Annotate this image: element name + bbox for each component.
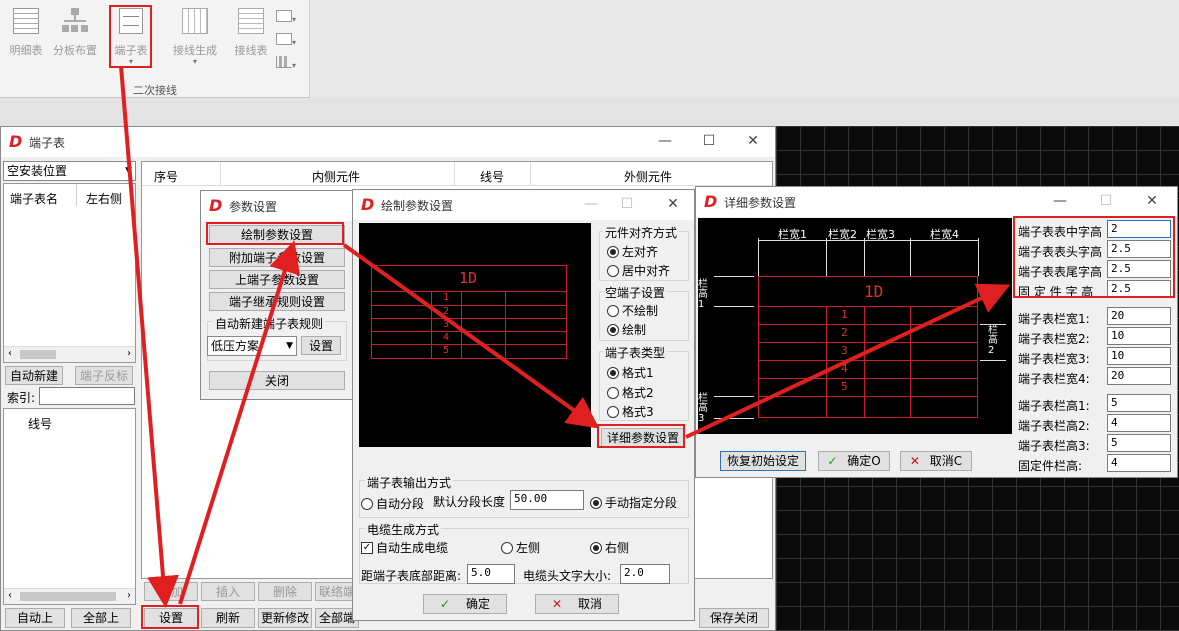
arrow-settings-to-draw [178,240,301,605]
arrow-detail-to-fields [685,283,1011,439]
arrow-ribbon-to-settings [119,65,179,608]
annotation-arrows [119,65,1011,608]
arrow-draw-to-detail [342,243,600,429]
